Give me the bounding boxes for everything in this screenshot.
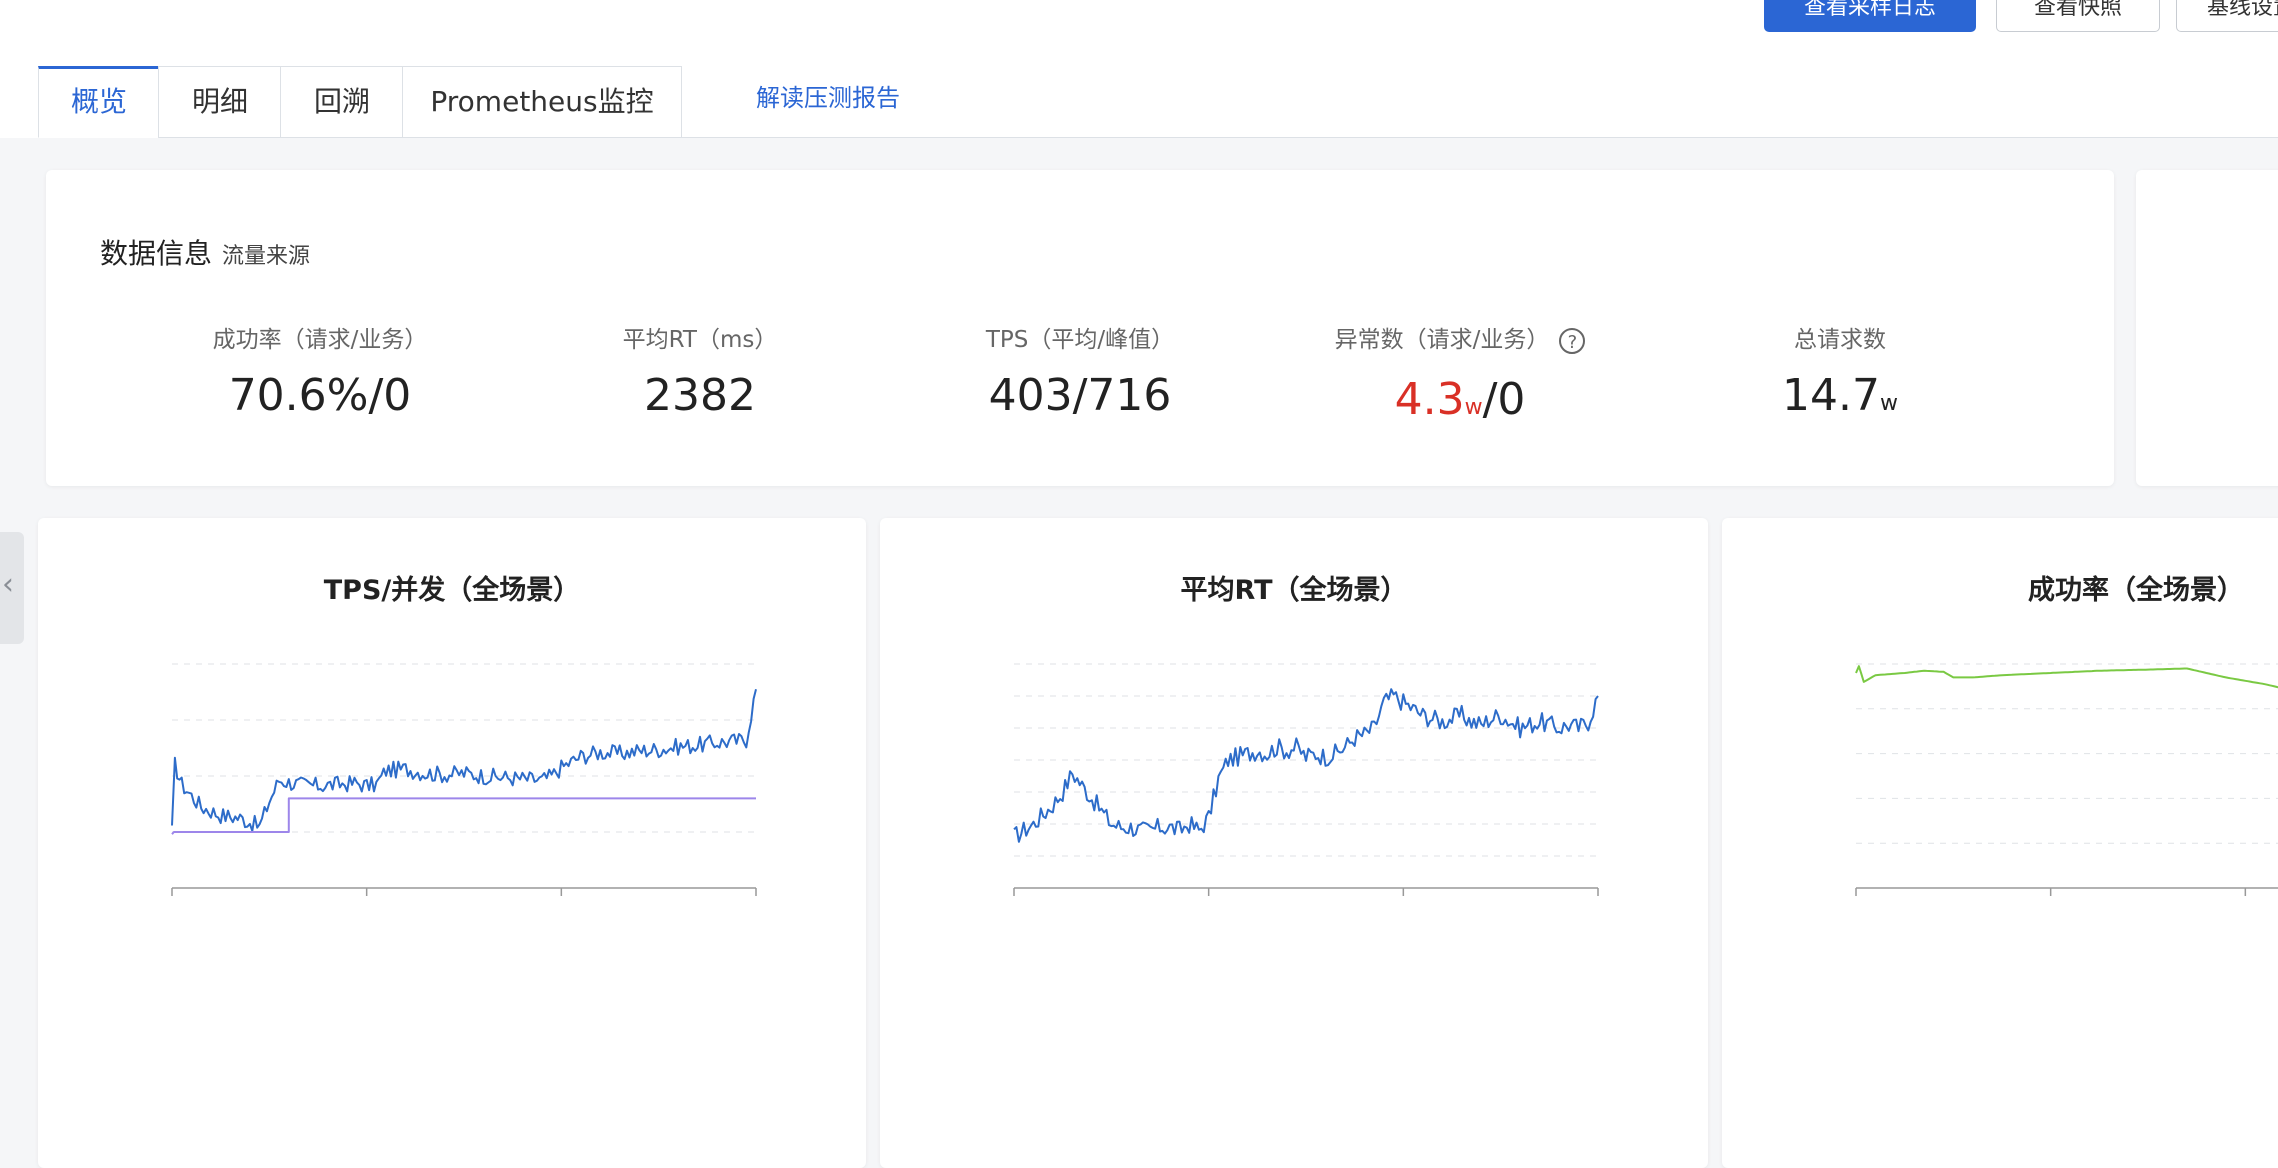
tps-concurrency-chart-card: TPS/并发（全场景） (38, 518, 866, 1168)
view-snapshot-button[interactable]: 查看快照 (1996, 0, 2160, 32)
series-line-1 (171, 797, 756, 835)
report-tabs: 概览 明细 回溯 Prometheus监控 解读压测报告 (0, 32, 2278, 138)
error-count-label-wrap: 异常数（请求/业务）? (1250, 320, 1670, 354)
top-action-bar: 查看采样日志 查看快照 基线设置 (0, 0, 2278, 32)
total-requests-main: 14.7 (1782, 370, 1880, 421)
help-icon[interactable]: ? (1559, 327, 1586, 354)
collapse-sidebar-handle[interactable]: ‹ (0, 532, 24, 644)
success-rate-chart (1855, 663, 2278, 896)
error-count-rest: /0 (1482, 374, 1526, 425)
avg-rt-chart (1013, 663, 1599, 896)
info-title: 数据信息 (100, 237, 213, 270)
tab-backtrack[interactable]: 回溯 (280, 66, 404, 138)
series-line-0 (171, 688, 757, 832)
total-requests-label: 总请求数 (1794, 327, 1886, 353)
avg-rt-label: 平均RT（ms） (622, 327, 778, 353)
tab-prometheus[interactable]: Prometheus监控 (402, 66, 682, 138)
success-rate-value: 70.6%/0 (228, 370, 412, 421)
tps-concurrency-chart (171, 663, 757, 896)
avg-rt-value: 2382 (644, 370, 756, 421)
total-requests-value: 14.7w (1660, 370, 2020, 421)
data-info-card: 数据信息 流量来源 成功率（请求/业务） 70.6%/0 平均RT（ms） 23… (46, 170, 2114, 486)
success-rate-label: 成功率（请求/业务） (212, 327, 428, 353)
interpret-report-link[interactable]: 解读压测报告 (756, 78, 900, 118)
chevron-left-icon: ‹ (2, 567, 14, 602)
error-count-label: 异常数（请求/业务） (1334, 327, 1550, 353)
success-rate-chart-card: 成功率（全场景） (1722, 518, 2278, 1168)
tps-value: 403/716 (988, 370, 1172, 421)
side-info-card (2136, 170, 2278, 486)
error-count-value: 4.3w/0 (1280, 374, 1640, 425)
series-line-0 (1855, 665, 2278, 689)
series-line-0 (1013, 688, 1599, 843)
traffic-source-link[interactable]: 流量来源 (222, 238, 310, 270)
tab-overview[interactable]: 概览 (38, 66, 160, 138)
view-sampling-log-button[interactable]: 查看采样日志 (1764, 0, 1976, 32)
error-count-unit: w (1464, 395, 1483, 420)
error-count-main: 4.3 (1394, 374, 1465, 425)
avg-rt-chart-card: 平均RT（全场景） (880, 518, 1708, 1168)
total-requests-unit: w (1879, 391, 1898, 416)
tps-label: TPS（平均/峰值） (985, 327, 1175, 353)
baseline-settings-button[interactable]: 基线设置 (2176, 0, 2278, 32)
tab-detail[interactable]: 明细 (158, 66, 282, 138)
